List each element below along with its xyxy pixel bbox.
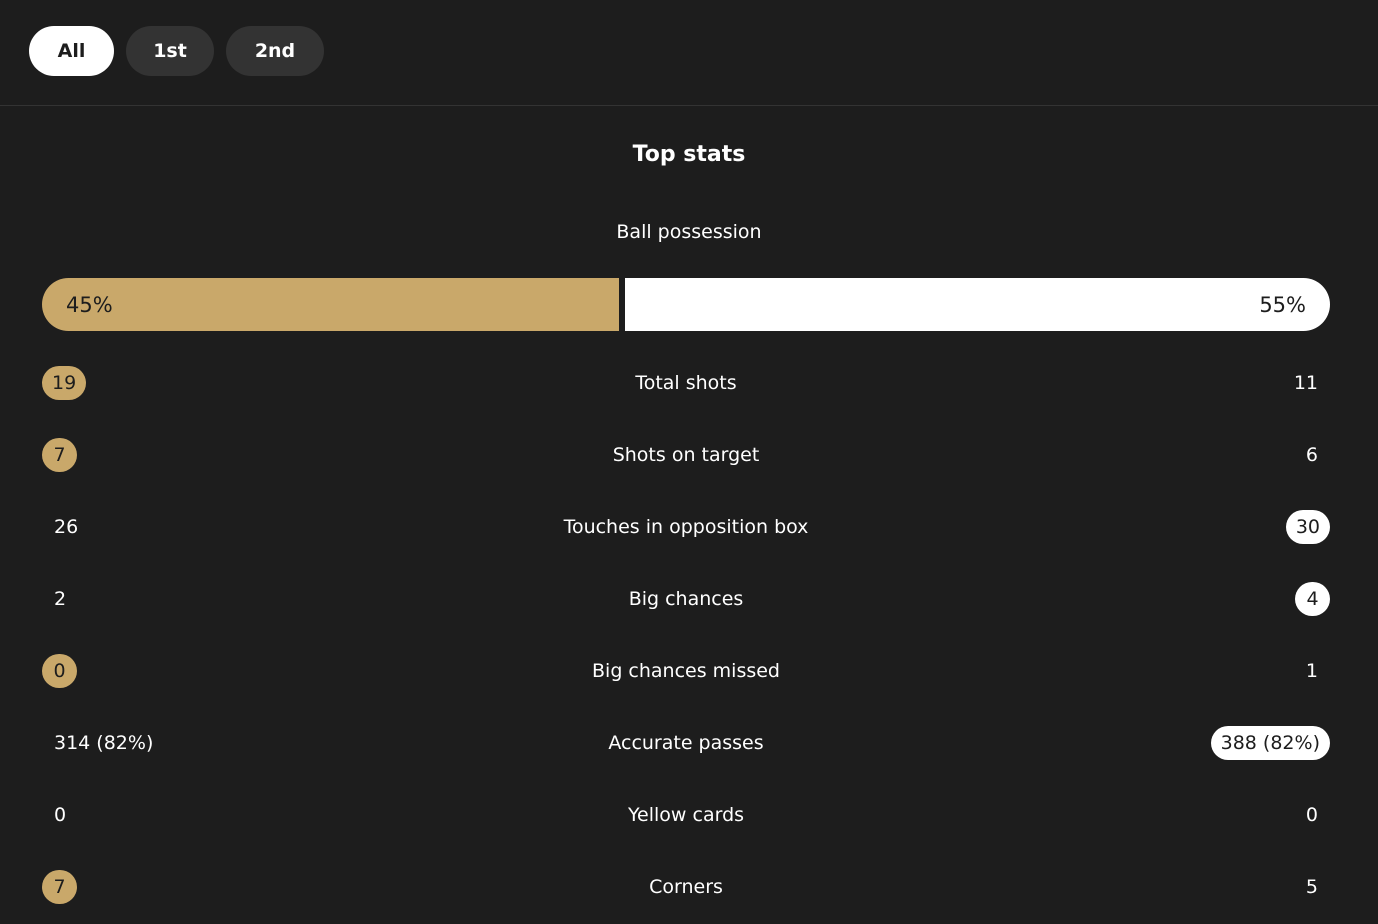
stat-row-big-chances-missed: 0 Big chances missed 1 [42,651,1330,691]
possession-home-segment: 45% [42,278,619,331]
stat-away-value: 0 [1305,804,1318,826]
stat-row-total-shots: 19 Total shots 11 [42,363,1330,403]
period-tabs: All 1st 2nd [0,0,1378,106]
stat-label: Corners [649,876,723,898]
stat-away-value: 4 [1295,582,1330,616]
stat-away-value: 11 [1293,372,1318,394]
stat-label: Yellow cards [627,804,745,826]
possession-away-segment: 55% [625,278,1330,331]
stat-away-value: 30 [1285,510,1330,544]
section-title: Top stats [632,142,746,167]
stat-row-accurate-passes: 314 (82%) Accurate passes 388 (82%) [42,723,1330,763]
stat-away-value: 5 [1305,876,1318,898]
tab-1st[interactable]: 1st [126,26,214,76]
tab-all[interactable]: All [29,26,114,76]
stat-label: Accurate passes [608,732,764,754]
possession-away-value: 55% [1259,292,1306,317]
stat-row-corners: 7 Corners 5 [42,867,1330,907]
stat-label: Big chances [628,588,744,610]
stat-away-value: 388 (82%) [1210,726,1330,760]
stat-row-shots-on-target: 7 Shots on target 6 [42,435,1330,475]
tab-2nd[interactable]: 2nd [226,26,324,76]
stat-away-value: 6 [1305,444,1318,466]
possession-bar: 45% 55% [42,278,1330,331]
stat-row-big-chances: 2 Big chances 4 [42,579,1330,619]
stat-label: Big chances missed [592,660,780,682]
possession-label: Ball possession [616,221,762,243]
stat-label: Shots on target [612,444,760,466]
possession-home-value: 45% [66,292,113,317]
stat-row-yellow-cards: 0 Yellow cards 0 [42,795,1330,835]
stat-label: Total shots [635,372,737,394]
stat-label: Touches in opposition box [563,516,809,538]
stat-row-touches-in-opposition-box: 26 Touches in opposition box 30 [42,507,1330,547]
match-stats-page: All 1st 2nd Top stats Ball possession 45… [0,0,1378,924]
stat-away-value: 1 [1305,660,1318,682]
